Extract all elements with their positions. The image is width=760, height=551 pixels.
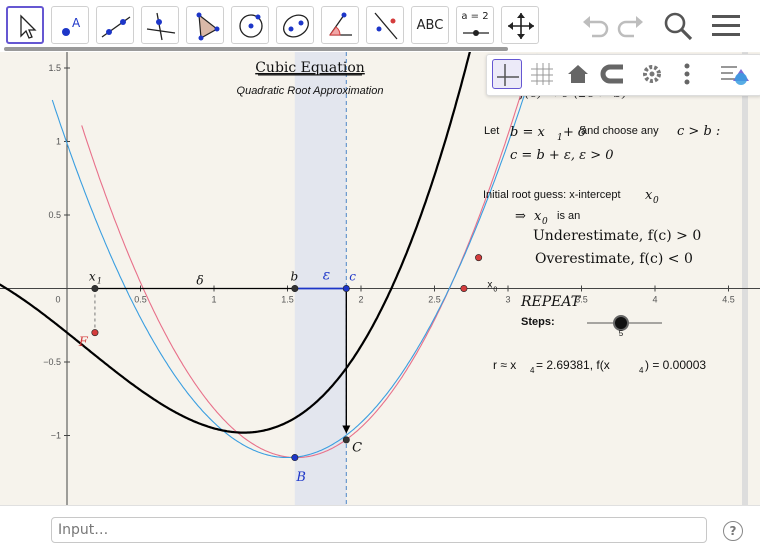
home-button[interactable] [563, 59, 593, 89]
repeat-label: REPEAT [520, 294, 582, 310]
choose-label: and choose any [581, 125, 659, 137]
result-value-2: ) = 0.00003 [645, 358, 706, 372]
perpendicular-line-icon [146, 12, 176, 41]
result-sub: 4 [530, 366, 535, 375]
toggle-style-bar-button[interactable] [719, 59, 749, 89]
toggle-style-bar-icon [721, 66, 749, 85]
steps-label: Steps: [521, 316, 555, 328]
let-label: Let [484, 125, 499, 137]
reflect-tool-button[interactable] [366, 6, 404, 44]
overestimate-text: Overestimate, f(c) < 0 [535, 251, 693, 267]
reflect-icon [374, 12, 398, 40]
result-sub-2: 4 [639, 366, 644, 375]
initial-guess-label: Initial root guess: x-intercept [483, 189, 621, 201]
more-icon [684, 63, 690, 85]
polygon-icon [196, 12, 220, 41]
search-icon[interactable] [662, 10, 694, 42]
slider-icon [463, 30, 489, 36]
settings-button[interactable] [637, 59, 667, 89]
point-capturing-icon [600, 64, 623, 84]
circle-icon [239, 14, 263, 38]
move-tool-button[interactable] [6, 6, 44, 44]
point-tool-button[interactable]: A [51, 6, 89, 44]
line-icon [101, 16, 131, 38]
graph-subtitle: Quadratic Root Approximation [237, 85, 384, 97]
angle-tool-button[interactable] [321, 6, 359, 44]
ellipse-tool-button[interactable] [276, 6, 314, 44]
steps-value: 5 [619, 329, 624, 338]
algebra-input[interactable] [51, 517, 707, 543]
text-overlay: Cubic Equation Quadratic Root Approximat… [237, 60, 721, 375]
initial-guess-x0-sub: 0 [653, 196, 659, 206]
undo-icon[interactable] [580, 12, 610, 40]
b-definition-sub: 1 [557, 133, 563, 143]
implies-x0-sub: 0 [542, 217, 548, 227]
more-button[interactable] [672, 59, 702, 89]
implies-x0: x [534, 209, 542, 224]
result-value: = 2.69381, f(x [536, 358, 610, 372]
perpendicular-line-tool-button[interactable] [141, 6, 179, 44]
point-capturing-button[interactable] [598, 59, 628, 89]
ellipse-icon [283, 14, 309, 38]
c-greater-b: c > b : [677, 124, 720, 139]
toolbar: A ABC a = 2 [0, 0, 760, 52]
point-tool-label: A [72, 16, 81, 30]
angle-icon [329, 12, 352, 36]
redo-icon[interactable] [616, 12, 646, 40]
menu-icon[interactable] [710, 12, 742, 40]
polygon-tool-button[interactable] [186, 6, 224, 44]
implies-symbol: ⇒ [515, 209, 526, 224]
move-arrows-icon [508, 13, 534, 39]
point-icon: A [62, 16, 81, 36]
graphics-style-bar [486, 54, 760, 96]
text-tool-label: ABC [416, 18, 444, 33]
result-prefix: r ≈ x [493, 358, 516, 372]
circle-tool-button[interactable] [231, 6, 269, 44]
cursor-arrow-icon [20, 14, 37, 39]
help-button[interactable]: ? [723, 521, 743, 541]
input-bar: ? [0, 505, 760, 551]
graph-title: Cubic Equation [255, 60, 365, 76]
text-tool-button[interactable]: ABC [411, 6, 449, 44]
c-definition: c = b + ε, ε > 0 [510, 148, 614, 163]
line-tool-button[interactable] [96, 6, 134, 44]
slider-tool-button[interactable]: a = 2 [456, 6, 494, 44]
home-icon [568, 65, 588, 83]
initial-guess-x0: x [645, 188, 653, 203]
toolbar-scroll-indicator [4, 47, 508, 51]
axes-toggle-button[interactable] [492, 59, 522, 89]
is-an-label: is an [557, 210, 580, 222]
grid-toggle-button[interactable] [527, 59, 557, 89]
axes-toggle-icon [497, 64, 519, 86]
steps-slider[interactable]: 5 [585, 314, 665, 338]
b-definition: b = x [510, 125, 545, 140]
settings-icon [643, 65, 661, 83]
underestimate-text: Underestimate, f(c) > 0 [533, 228, 701, 244]
grid-toggle-icon [531, 63, 553, 85]
move-graphics-view-tool-button[interactable] [501, 6, 539, 44]
graphics-view[interactable]: 0 0.5 1 1.5 2 2.5 3 3.5 4 4.5 1.5 1 0.5 −0.5 −1 x1δbεc… [0, 52, 760, 505]
